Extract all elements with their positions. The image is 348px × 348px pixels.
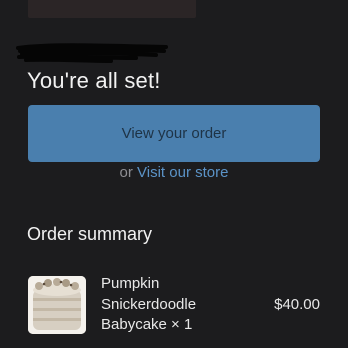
visit-store-link[interactable]: Visit our store [137,164,228,181]
header-image [28,0,196,18]
view-order-button[interactable]: View your order [28,105,320,162]
order-summary-title: Order summary [27,224,153,244]
redacted-name-scribble [16,43,168,63]
cake-image [28,276,86,334]
page-title: You're all set! [27,68,161,93]
or-label: or [119,164,133,181]
store-link-line: or Visit our store [0,164,348,181]
line-item-name: Pumpkin Snickerdoodle Babycake × 1 [101,275,197,333]
product-thumbnail [28,276,86,334]
line-item-price: $40.00 [274,296,320,313]
